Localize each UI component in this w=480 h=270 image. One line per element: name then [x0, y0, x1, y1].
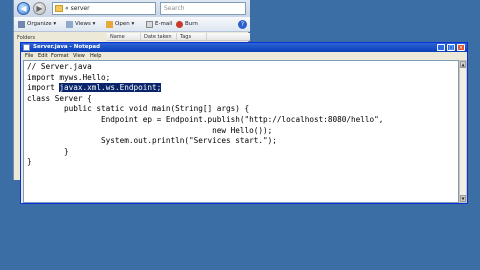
- code-text-prefix: import: [27, 83, 60, 93]
- address-bar[interactable]: « server: [52, 2, 156, 15]
- vertical-scrollbar[interactable]: ▲ ▼: [459, 60, 467, 203]
- code-line: }: [27, 157, 32, 167]
- notepad-window: Server.java - Notepad _ □ × File Edit Fo…: [20, 42, 468, 204]
- burn-icon: [176, 21, 183, 28]
- menu-help[interactable]: Help: [90, 52, 101, 60]
- organize-icon: [18, 21, 25, 28]
- close-button[interactable]: ×: [457, 44, 465, 51]
- views-icon: [66, 21, 73, 28]
- menu-file[interactable]: File: [25, 52, 33, 60]
- column-header-name[interactable]: Name: [107, 33, 141, 41]
- explorer-nav-bar: ◀ ▶ « server Search: [14, 0, 250, 17]
- scroll-down-icon[interactable]: ▼: [460, 195, 466, 202]
- code-line: Endpoint ep = Endpoint.publish("http://l…: [27, 114, 384, 124]
- forward-arrow-icon[interactable]: ▶: [33, 2, 46, 15]
- search-input[interactable]: Search: [160, 2, 246, 15]
- column-header-tags[interactable]: Tags: [177, 33, 207, 41]
- selected-text[interactable]: javax.xml.ws.Endpoint;: [59, 83, 162, 93]
- help-icon[interactable]: ?: [238, 20, 247, 29]
- open-button[interactable]: Open ▾: [106, 19, 134, 30]
- code-line: }: [27, 146, 69, 156]
- email-button[interactable]: E-mail: [146, 19, 172, 30]
- menu-format[interactable]: Format: [51, 52, 69, 60]
- organize-button[interactable]: Organize ▾: [18, 19, 56, 30]
- burn-button[interactable]: Burn: [176, 19, 198, 30]
- column-headers: Name Date taken Tags: [107, 33, 250, 41]
- folders-label: Folders: [17, 35, 36, 41]
- code-line: import javax.xml.ws.Endpoint;: [27, 83, 383, 94]
- code-line: new Hello());: [27, 125, 273, 135]
- back-arrow-icon[interactable]: ◀: [17, 2, 30, 15]
- code-line: import myws.Hello;: [27, 72, 111, 82]
- minimize-button[interactable]: _: [437, 44, 445, 51]
- explorer-toolbar: Organize ▾ Views ▾ Open ▾ E-mail Burn ?: [14, 17, 250, 32]
- notepad-title-bar[interactable]: Server.java - Notepad _ □ ×: [21, 43, 467, 52]
- views-button[interactable]: Views ▾: [66, 19, 95, 30]
- folder-icon: [55, 5, 63, 12]
- menu-bar: File Edit Format View Help: [21, 52, 467, 60]
- menu-edit[interactable]: Edit: [38, 52, 48, 60]
- email-icon: [146, 21, 153, 28]
- code-line: // Server.java: [27, 62, 92, 71]
- address-text: « server: [65, 5, 90, 12]
- notepad-app-icon: [23, 44, 30, 51]
- open-icon: [106, 21, 113, 28]
- menu-view[interactable]: View: [73, 52, 85, 60]
- window-title: Server.java - Notepad: [33, 44, 101, 50]
- maximize-button[interactable]: □: [447, 44, 455, 51]
- column-header-date-taken[interactable]: Date taken: [141, 33, 177, 41]
- text-editor-area[interactable]: // Server.java import myws.Hello; import j…: [23, 60, 459, 203]
- code-line: class Server {: [27, 93, 92, 103]
- code-text: // Server.java import myws.Hello; import j…: [27, 62, 383, 168]
- scroll-up-icon[interactable]: ▲: [460, 61, 466, 68]
- code-line: public static void main(String[] args) {: [27, 104, 250, 114]
- code-line: System.out.println("Services start.");: [27, 136, 277, 146]
